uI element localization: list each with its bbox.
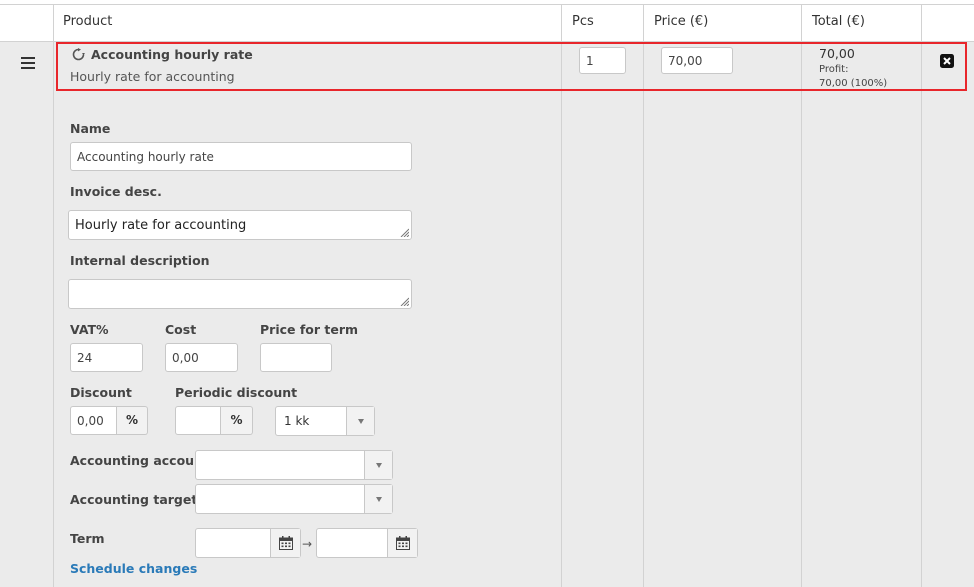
periodic-discount-input[interactable] — [175, 406, 221, 435]
price-for-term-label: Price for term — [260, 322, 359, 337]
period-select[interactable]: 1 kk — [275, 406, 375, 436]
accounting-target-label: Accounting target — [70, 492, 198, 507]
resize-grip-icon[interactable] — [399, 227, 409, 237]
chevron-down-icon[interactable] — [346, 407, 374, 435]
term-start-date[interactable] — [195, 528, 301, 558]
header-top-border — [0, 4, 974, 5]
invoice-desc-textarea[interactable]: Hourly rate for accounting — [68, 210, 412, 240]
column-header-product: Product — [63, 14, 113, 29]
vat-label: VAT% — [70, 322, 109, 337]
invoice-desc-label: Invoice desc. — [70, 184, 162, 199]
pcs-input[interactable] — [579, 47, 626, 74]
calendar-icon[interactable] — [387, 529, 417, 557]
name-input[interactable] — [70, 142, 412, 171]
product-description: Hourly rate for accounting — [70, 69, 235, 84]
price-input[interactable] — [661, 47, 733, 74]
col-divider — [643, 4, 644, 587]
remove-icon[interactable] — [940, 54, 954, 68]
periodic-discount-label: Periodic discount — [175, 385, 298, 400]
invoice-desc-value: Hourly rate for accounting — [75, 218, 247, 233]
column-header-price: Price (€) — [654, 14, 709, 29]
discount-unit: % — [117, 406, 148, 435]
profit-value: 70,00 (100%) — [819, 78, 888, 89]
total-column-bg — [802, 42, 921, 587]
recurring-icon — [72, 48, 85, 61]
accounting-account-select[interactable] — [195, 450, 393, 480]
schedule-changes-link[interactable]: Schedule changes — [70, 561, 197, 576]
column-header-total: Total (€) — [812, 14, 865, 29]
chevron-down-icon[interactable] — [364, 451, 392, 479]
col-divider — [921, 4, 922, 587]
discount-input[interactable] — [70, 406, 117, 435]
term-end-date[interactable] — [316, 528, 418, 558]
cost-label: Cost — [165, 322, 197, 337]
resize-grip-icon[interactable] — [399, 296, 409, 306]
total-value: 70,00 — [819, 46, 855, 61]
profit-label: Profit: — [819, 64, 849, 75]
price-for-term-input[interactable] — [260, 343, 332, 372]
col-divider — [53, 4, 54, 587]
accounting-account-label: Accounting account — [70, 453, 209, 468]
name-label: Name — [70, 121, 111, 136]
accounting-target-select[interactable] — [195, 484, 393, 514]
calendar-icon[interactable] — [270, 529, 300, 557]
col-divider — [801, 4, 802, 587]
term-range-arrow: → — [302, 537, 313, 551]
action-column-bg — [922, 42, 974, 587]
period-select-value: 1 kk — [284, 414, 310, 428]
internal-desc-textarea[interactable] — [68, 279, 412, 309]
vat-input[interactable] — [70, 343, 143, 372]
periodic-discount-unit: % — [221, 406, 253, 435]
price-column-bg — [644, 42, 801, 587]
term-label: Term — [70, 531, 105, 546]
cost-input[interactable] — [165, 343, 238, 372]
discount-label: Discount — [70, 385, 132, 400]
chevron-down-icon[interactable] — [364, 485, 392, 513]
col-divider — [561, 4, 562, 587]
drag-column-bg — [0, 42, 53, 587]
pcs-column-bg — [562, 42, 643, 587]
hamburger-icon[interactable] — [20, 57, 36, 69]
internal-desc-label: Internal description — [70, 253, 210, 268]
column-header-pcs: Pcs — [572, 14, 594, 29]
product-name[interactable]: Accounting hourly rate — [91, 47, 253, 62]
